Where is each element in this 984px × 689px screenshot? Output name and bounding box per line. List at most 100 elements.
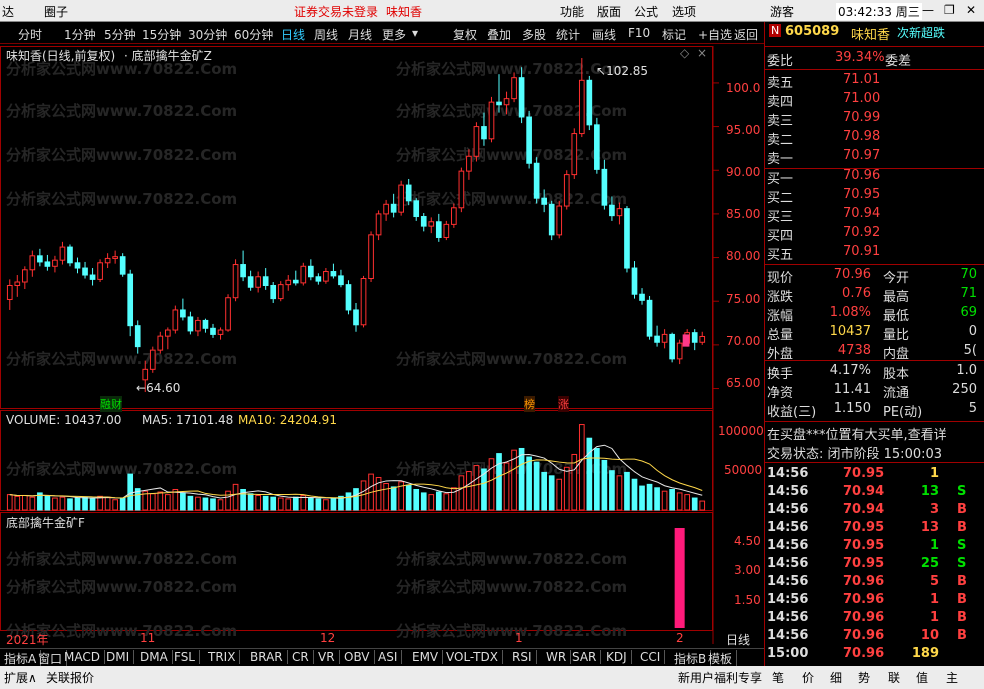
candle-up (398, 184, 404, 213)
close-pane-icon[interactable]: × (697, 46, 707, 60)
menu-formula[interactable]: 公式 (634, 3, 658, 20)
volume-bar (232, 483, 239, 511)
period-5min[interactable]: 5分钟 (104, 26, 136, 43)
tab-main[interactable]: 主 (946, 669, 958, 686)
tool-f10[interactable]: F10 (628, 26, 650, 40)
tab-price[interactable]: 价 (802, 669, 814, 686)
tick-time: 14:56 (767, 538, 809, 553)
buy-level-row[interactable]: 买二 70.95 (765, 187, 984, 206)
tab-tick[interactable]: 笔 (772, 669, 784, 686)
volume-tick: 50000 (724, 463, 763, 477)
sell-level-row[interactable]: 卖五 71.01 (765, 72, 984, 91)
finance-marker[interactable]: 融财 (100, 396, 122, 412)
new-user-ad[interactable]: 新用户福利专享 (678, 669, 762, 686)
buy-level-row[interactable]: 买五 70.91 (765, 244, 984, 263)
menu-function[interactable]: 功能 (560, 3, 584, 20)
buy-level-row[interactable]: 买三 70.94 (765, 206, 984, 225)
close-icon[interactable]: ✕ (966, 3, 976, 17)
indicator-tab[interactable]: DMI (106, 650, 135, 664)
indicator-tab[interactable]: VOL-TDX (446, 650, 503, 664)
indicator-tab[interactable]: WR (546, 650, 572, 664)
big-order-notice[interactable]: 在买盘***位置有大买单,查看详 (767, 424, 947, 443)
guest-label[interactable]: 游客 (770, 3, 794, 20)
indicator-tab[interactable]: TRIX (208, 650, 241, 664)
chart-area[interactable]: 分析家公式网www.70822.Com 分析家公式网www.70822.Com 分析… (0, 44, 764, 647)
indicator-tab[interactable]: KDJ (606, 650, 632, 664)
volume-bar (157, 491, 164, 511)
login-notice[interactable]: 证券交易未登录 (294, 3, 378, 20)
notice-row[interactable]: 在买盘***位置有大买单,查看详 (765, 424, 984, 443)
diamond-icon[interactable]: ◇ (680, 46, 689, 60)
tool-adjust[interactable]: 复权 (453, 26, 477, 43)
tool-add-watch[interactable]: +自选 (698, 26, 732, 43)
tool-stats[interactable]: 统计 (556, 26, 580, 43)
candle-up (59, 246, 66, 261)
indicator-tab[interactable]: FSL (174, 650, 200, 664)
chevron-down-icon[interactable]: ▾ (412, 26, 418, 40)
circle-menu[interactable]: 圈子 (44, 3, 68, 20)
rank-marker[interactable]: 榜 (524, 396, 535, 412)
period-more[interactable]: 更多 (382, 26, 406, 43)
volume-bar (503, 462, 510, 511)
indicator-tab[interactable]: CCI (640, 650, 666, 664)
indicator-tab[interactable]: CR (292, 650, 314, 664)
indicator-tab[interactable]: RSI (512, 650, 537, 664)
tick-volume: 13 (920, 520, 939, 535)
candle-down (82, 267, 88, 276)
volume-bar (631, 478, 638, 511)
indicator-tab[interactable]: VR (318, 650, 340, 664)
indicator-tab[interactable]: SAR (572, 650, 602, 664)
indicator-tab[interactable]: EMV (412, 650, 444, 664)
tab-linked[interactable]: 联 (888, 669, 900, 686)
menu-options[interactable]: 选项 (672, 3, 696, 20)
period-daily[interactable]: 日线 (281, 26, 305, 43)
rise-marker[interactable]: 涨 (558, 396, 569, 412)
tab-value[interactable]: 值 (916, 669, 928, 686)
period-weekly[interactable]: 周线 (314, 26, 338, 43)
minimize-icon[interactable]: — (922, 3, 934, 17)
period-intraday[interactable]: 分时 (18, 26, 42, 43)
related-quote-button[interactable]: 关联报价 (46, 669, 94, 686)
period-15min[interactable]: 15分钟 (142, 26, 181, 43)
volume-bar (488, 458, 495, 511)
kline-chart-svg[interactable]: 分析家公式网www.70822.Com 分析家公式网www.70822.Com 分析… (0, 44, 764, 644)
candle-up (225, 297, 231, 331)
indicator-tab[interactable]: 窗口 (38, 650, 68, 667)
period-label[interactable]: 日线 (726, 631, 750, 648)
buy-level-row[interactable]: 买四 70.92 (765, 225, 984, 244)
tool-overlay[interactable]: 叠加 (487, 26, 511, 43)
indicator-tab[interactable]: 模板 (708, 650, 738, 667)
sell-level-row[interactable]: 卖四 71.00 (765, 91, 984, 110)
stat-label: 量比 (883, 328, 910, 343)
period-30min[interactable]: 30分钟 (188, 26, 227, 43)
volume-bar (578, 424, 585, 511)
tool-multi[interactable]: 多股 (522, 26, 546, 43)
sell-level-row[interactable]: 卖一 70.97 (765, 148, 984, 167)
period-1min[interactable]: 1分钟 (64, 26, 96, 43)
indicator-tab[interactable]: 指标A (4, 650, 42, 667)
indicator-tab[interactable]: MACD (64, 650, 105, 664)
candle-down (270, 285, 277, 300)
expand-button[interactable]: 扩展∧ (4, 669, 37, 686)
tick-time: 14:56 (767, 628, 809, 643)
sell-level-row[interactable]: 卖二 70.98 (765, 129, 984, 148)
candle-up (451, 207, 457, 225)
menu-layout[interactable]: 版面 (597, 3, 621, 20)
indicator-tab[interactable]: 指标B (674, 650, 712, 667)
period-60min[interactable]: 60分钟 (234, 26, 273, 43)
indicator-tab[interactable]: BRAR (250, 650, 288, 664)
buy-level-row[interactable]: 买一 70.96 (765, 168, 984, 187)
restore-icon[interactable]: ❐ (944, 3, 955, 17)
indicator-tab[interactable]: ASI (378, 650, 403, 664)
tool-draw[interactable]: 画线 (592, 26, 616, 43)
buy-level-price: 70.94 (843, 206, 881, 221)
indicator-tab[interactable]: DMA (140, 650, 173, 664)
divider (765, 69, 984, 70)
indicator-tab[interactable]: OBV (344, 650, 375, 664)
tab-detail[interactable]: 细 (830, 669, 842, 686)
tool-back[interactable]: 返回 (734, 26, 758, 43)
sell-level-row[interactable]: 卖三 70.99 (765, 110, 984, 129)
tool-mark[interactable]: 标记 (662, 26, 686, 43)
tab-trend[interactable]: 势 (858, 669, 870, 686)
period-monthly[interactable]: 月线 (348, 26, 372, 43)
